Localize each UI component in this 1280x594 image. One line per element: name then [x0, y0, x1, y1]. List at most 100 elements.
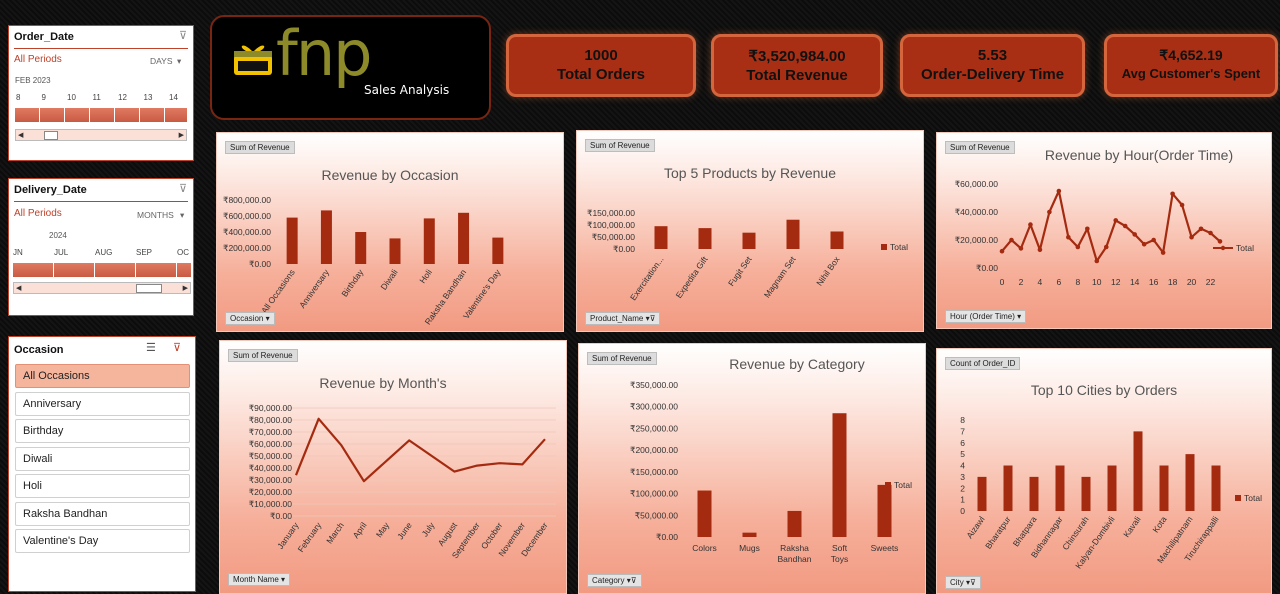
data-point[interactable] [1075, 244, 1081, 250]
chevron-down-icon[interactable]: ▾ [177, 56, 181, 67]
delivery-date-period[interactable]: All Periods [14, 208, 62, 219]
scroll-thumb[interactable] [136, 284, 162, 293]
bar[interactable] [1107, 465, 1117, 512]
bar[interactable] [286, 217, 298, 264]
chart-revenue-by-category[interactable]: Sum of Revenue Revenue by Category ₹0.00… [578, 343, 926, 594]
occasion-item-anniversary[interactable]: Anniversary [15, 392, 190, 416]
bar[interactable] [1211, 465, 1221, 512]
bar[interactable] [389, 238, 401, 264]
delivery-date-timeline-bar[interactable] [13, 263, 191, 277]
bar[interactable] [742, 532, 757, 537]
bar[interactable] [697, 490, 712, 537]
bar[interactable] [787, 510, 802, 537]
bar[interactable] [1185, 454, 1195, 511]
bar[interactable] [1029, 476, 1039, 511]
data-point[interactable] [1094, 258, 1100, 264]
axis-field-button[interactable]: Category ▾⊽ [587, 574, 642, 587]
series-line[interactable] [1001, 189, 1221, 263]
filter-icon[interactable]: ▾⊽ [646, 314, 656, 323]
occasion-item-valentines-day[interactable]: Valentine's Day [15, 529, 190, 553]
data-point[interactable] [1056, 188, 1062, 194]
clear-filter-icon[interactable]: ⊽ [173, 341, 181, 354]
data-point[interactable] [1122, 223, 1128, 229]
bar[interactable] [355, 232, 367, 264]
bar[interactable] [832, 413, 847, 537]
clear-filter-icon[interactable]: ⊽ [179, 29, 187, 42]
data-point[interactable] [1208, 230, 1213, 236]
bar[interactable] [1055, 465, 1065, 512]
delivery-date-granularity-dropdown[interactable]: MONTHS [137, 210, 174, 220]
data-point[interactable] [1151, 237, 1156, 243]
scroll-left-icon[interactable]: ◀ [16, 284, 21, 292]
data-point[interactable] [1160, 250, 1166, 255]
scroll-right-icon[interactable]: ▶ [183, 284, 188, 292]
axis-field-button[interactable]: City ▾⊽ [945, 576, 981, 589]
axis-field-button[interactable]: Product_Name ▾⊽ [585, 312, 661, 325]
occasion-item-raksha-bandhan[interactable]: Raksha Bandhan [15, 502, 190, 526]
data-point[interactable] [1028, 222, 1033, 227]
data-point[interactable] [1037, 247, 1043, 253]
chart-revenue-by-occasion[interactable]: Sum of Revenue Revenue by Occasion ₹0.00… [216, 132, 564, 332]
occasion-item-all-occasions[interactable]: All Occasions [15, 364, 190, 388]
data-point[interactable] [1141, 241, 1147, 247]
bar[interactable] [654, 226, 668, 249]
axis-field-button[interactable]: Month Name ▾ [228, 573, 291, 586]
occasion-item-diwali[interactable]: Diwali [15, 447, 190, 471]
bar[interactable] [1081, 476, 1091, 511]
order-date-slicer: Order_Date ⊽ All Periods DAYS ▾ FEB 2023… [8, 25, 194, 161]
data-point[interactable] [999, 248, 1005, 254]
bar[interactable] [977, 476, 987, 511]
filter-icon[interactable]: ▾⊽ [627, 576, 637, 585]
bar[interactable] [423, 218, 435, 264]
occasion-item-birthday[interactable]: Birthday [15, 419, 190, 443]
data-point[interactable] [1009, 237, 1014, 243]
chart-top-5-products[interactable]: Sum of Revenue Top 5 Products by Revenue… [576, 130, 924, 332]
data-point[interactable] [1198, 226, 1204, 232]
chevron-down-icon[interactable]: ▾ [180, 210, 184, 221]
bar[interactable] [742, 232, 756, 249]
chart-top-10-cities[interactable]: Count of Order_ID Top 10 Cities by Order… [936, 348, 1272, 594]
data-point[interactable] [1179, 202, 1185, 208]
bar[interactable] [786, 219, 800, 249]
bar[interactable] [877, 484, 892, 537]
scroll-right-icon[interactable]: ▶ [179, 131, 184, 139]
data-point[interactable] [1217, 239, 1223, 244]
order-date-granularity-dropdown[interactable]: DAYS [150, 56, 173, 66]
order-date-scrollbar[interactable]: ◀ ▶ [15, 129, 187, 141]
data-point[interactable] [1047, 209, 1052, 215]
bar[interactable] [320, 210, 332, 264]
scroll-left-icon[interactable]: ◀ [18, 131, 23, 139]
filter-icon[interactable]: ▾⊽ [966, 578, 976, 587]
delivery-date-scrollbar[interactable]: ◀ ▶ [13, 282, 191, 294]
scroll-thumb[interactable] [44, 131, 58, 140]
data-point[interactable] [1189, 234, 1194, 240]
occasion-item-holi[interactable]: Holi [15, 474, 190, 498]
bar[interactable] [492, 237, 504, 264]
data-point[interactable] [1085, 226, 1090, 232]
data-point[interactable] [1066, 234, 1071, 240]
data-point[interactable] [1018, 246, 1024, 251]
dropdown-arrow-icon[interactable]: ▾ [281, 575, 285, 584]
bar[interactable] [1133, 431, 1143, 511]
bar[interactable] [1159, 465, 1169, 512]
axis-field-button[interactable]: Occasion ▾ [225, 312, 275, 325]
data-point[interactable] [1113, 218, 1119, 223]
axis-field-button[interactable]: Hour (Order Time) ▾ [945, 310, 1027, 323]
bar[interactable] [698, 228, 712, 249]
data-point[interactable] [1132, 232, 1137, 237]
order-date-timeline-bar[interactable] [15, 108, 187, 122]
chart-revenue-by-month[interactable]: Sum of Revenue Revenue by Month's ₹0.00 ₹… [219, 340, 567, 594]
bar[interactable] [458, 212, 470, 264]
dropdown-arrow-icon[interactable]: ▾ [266, 314, 270, 323]
bar[interactable] [1003, 465, 1013, 512]
data-point[interactable] [1170, 191, 1175, 197]
series-line[interactable] [294, 417, 546, 483]
multi-select-icon[interactable]: ☰ [146, 341, 156, 354]
order-date-period[interactable]: All Periods [14, 54, 62, 65]
bar[interactable] [830, 231, 844, 249]
dropdown-arrow-icon[interactable]: ▾ [1017, 312, 1021, 321]
clear-filter-icon[interactable]: ⊽ [179, 182, 187, 195]
data-point[interactable] [1103, 244, 1109, 250]
chart-revenue-by-hour[interactable]: Sum of Revenue Revenue by Hour(Order Tim… [936, 132, 1272, 329]
x-tick-label: Nihil Box [814, 254, 842, 288]
